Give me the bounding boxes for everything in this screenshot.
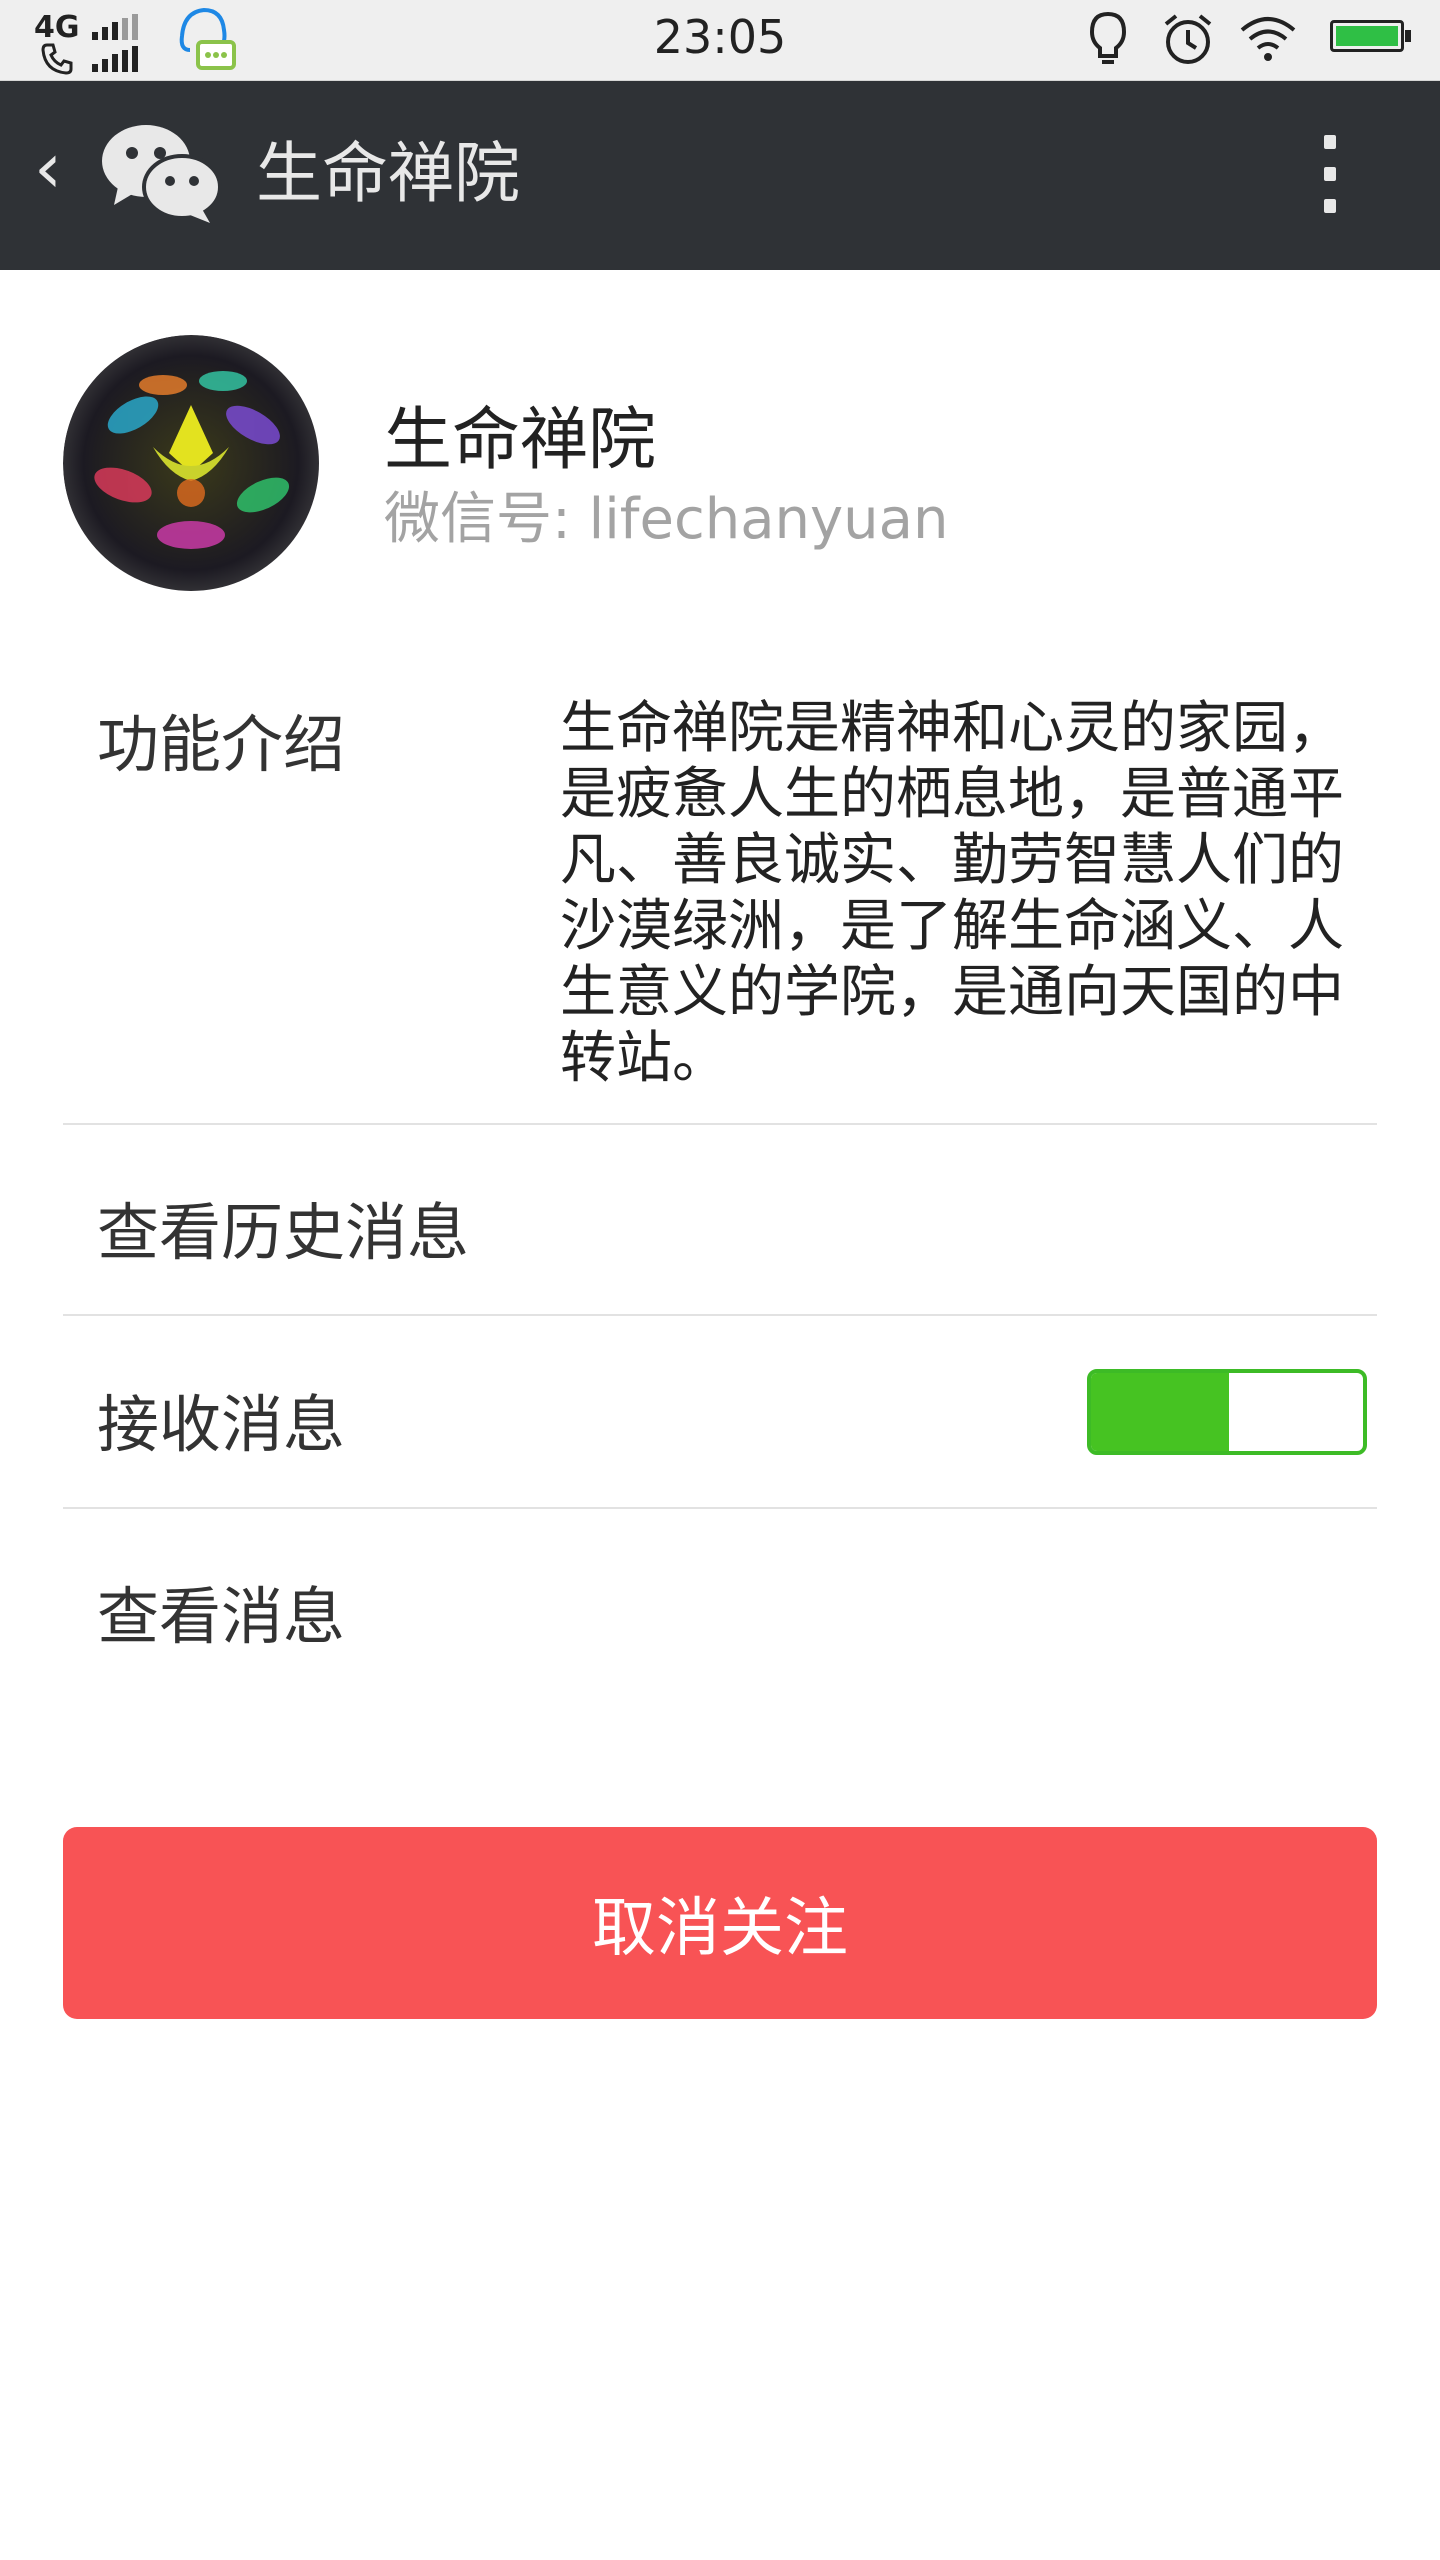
more-vertical-icon[interactable] bbox=[1310, 135, 1350, 215]
bulb-icon bbox=[1089, 11, 1127, 64]
unfollow-button[interactable]: 取消关注 bbox=[63, 1827, 1377, 2019]
receive-messages-label: 接收消息 bbox=[97, 1388, 346, 1461]
page-title: 生命禅院 bbox=[256, 135, 520, 212]
divider bbox=[63, 1507, 1377, 1509]
title-bar: ‹ 生命禅院 bbox=[0, 81, 1440, 270]
history-messages-row[interactable]: 查看历史消息 bbox=[97, 1182, 469, 1272]
wifi-icon bbox=[1240, 17, 1296, 61]
intro-text: 生命禅院是精神和心灵的家园，是疲惫人生的栖息地，是普通平凡、善良诚实、勤劳智慧人… bbox=[560, 696, 1344, 1091]
account-name: 生命禅院 bbox=[384, 401, 657, 480]
avatar bbox=[63, 335, 320, 592]
divider bbox=[63, 1314, 1377, 1316]
status-bar: 4G 23:05 bbox=[0, 0, 1440, 81]
battery-icon bbox=[1330, 20, 1411, 52]
chevron-left-icon[interactable]: ‹ bbox=[34, 133, 62, 203]
wechat-icon bbox=[102, 125, 222, 223]
intro-label: 功能介绍 bbox=[97, 708, 346, 781]
clock: 23:05 bbox=[653, 10, 787, 64]
divider bbox=[63, 1123, 1377, 1125]
view-messages-row[interactable]: 查看消息 bbox=[97, 1566, 345, 1656]
alarm-icon bbox=[1164, 14, 1212, 64]
receive-messages-toggle[interactable] bbox=[1087, 1369, 1367, 1455]
wechat-id: 微信号: lifechanyuan bbox=[384, 487, 949, 552]
